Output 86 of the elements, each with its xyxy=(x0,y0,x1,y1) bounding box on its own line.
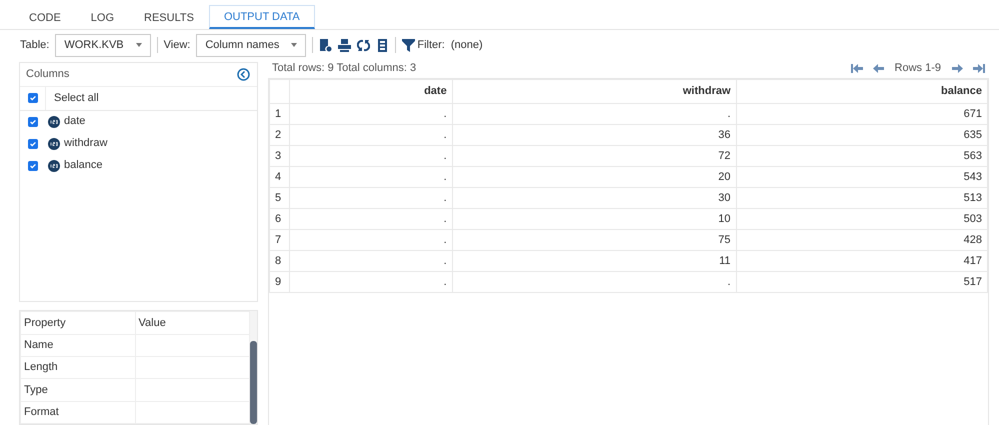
checkbox[interactable] xyxy=(28,93,38,103)
row-number: 6 xyxy=(270,208,290,230)
table-cell: Type xyxy=(20,378,135,402)
numeric-icon xyxy=(48,160,60,172)
tab[interactable]: CODE xyxy=(14,5,76,29)
table-cell: . xyxy=(290,166,452,188)
checkbox[interactable] xyxy=(28,160,38,170)
caret-icon xyxy=(136,43,142,47)
table-cell: . xyxy=(452,104,736,124)
column-name: Select all xyxy=(54,90,99,106)
table-cell: 10 xyxy=(452,208,736,230)
table-cell: . xyxy=(290,188,452,208)
check-icon xyxy=(28,94,36,102)
table-cell: . xyxy=(290,104,452,124)
table-icon[interactable] xyxy=(376,38,390,52)
checkbox[interactable] xyxy=(28,138,38,148)
refresh-icon[interactable] xyxy=(357,38,370,52)
filter-value: (none) xyxy=(450,38,483,53)
check-icon xyxy=(29,162,37,170)
table-cell: 36 xyxy=(452,124,736,146)
table-cell: . xyxy=(290,250,452,272)
document-icon[interactable] xyxy=(319,38,332,52)
table-cell: 517 xyxy=(736,272,988,292)
table-cell: Name xyxy=(20,334,135,357)
checkbox[interactable] xyxy=(28,116,38,126)
table-cell: . xyxy=(290,208,452,230)
column-header: Property xyxy=(20,312,135,334)
column-header: Value xyxy=(135,312,250,334)
row-number: 3 xyxy=(270,146,290,166)
table-dropdown[interactable]: WORK.KVB xyxy=(55,34,151,56)
table-cell: . xyxy=(290,230,452,250)
table-cell: 671 xyxy=(736,104,988,124)
table-cell: 11 xyxy=(452,250,736,272)
row-number: 9 xyxy=(270,272,290,292)
row-number: 5 xyxy=(270,188,290,208)
table-cell: 503 xyxy=(736,208,988,230)
table-cell: Length xyxy=(20,356,135,379)
numeric-icon xyxy=(48,116,60,128)
column-header[interactable]: date xyxy=(290,80,452,104)
panel-title: Columns xyxy=(26,67,70,82)
column-name: withdraw xyxy=(64,136,108,152)
row-number: 8 xyxy=(270,250,290,272)
printer-icon[interactable] xyxy=(338,38,352,52)
table-cell: 563 xyxy=(736,146,988,166)
filter-icon xyxy=(402,38,416,52)
table-cell: 20 xyxy=(452,166,736,188)
table-cell: 30 xyxy=(452,188,736,208)
tab[interactable]: OUTPUT DATA xyxy=(208,5,315,29)
column-header[interactable]: balance xyxy=(736,80,988,104)
table-cell: 513 xyxy=(736,188,988,208)
row-number: 7 xyxy=(270,230,290,250)
table-cell: 543 xyxy=(736,166,988,188)
table-cell: 72 xyxy=(452,146,736,166)
first-page-icon[interactable] xyxy=(850,64,863,72)
table-cell: Format xyxy=(20,401,135,424)
row-number: 1 xyxy=(270,104,290,124)
scrollbar[interactable] xyxy=(250,311,257,424)
tab[interactable]: RESULTS xyxy=(129,5,209,29)
row-number: 4 xyxy=(270,166,290,188)
table-cell: . xyxy=(452,272,736,292)
table-cell: 635 xyxy=(736,124,988,146)
view-dropdown[interactable]: Column names xyxy=(196,34,306,56)
column-name: date xyxy=(64,114,86,130)
table-cell: 75 xyxy=(452,230,736,250)
collapse-icon[interactable] xyxy=(237,68,250,81)
check-icon xyxy=(29,118,37,126)
previous-icon[interactable] xyxy=(872,64,885,72)
view-label: View: xyxy=(164,38,190,53)
tab[interactable]: LOG xyxy=(76,5,130,29)
pager-text: Rows 1-9 xyxy=(894,60,941,76)
table-cell: 428 xyxy=(736,230,988,250)
table-cell: . xyxy=(290,272,452,292)
next-icon[interactable] xyxy=(951,64,963,72)
filter-button[interactable]: Filter: xyxy=(402,36,445,54)
column-name: balance xyxy=(64,158,103,174)
summary-text: Total rows: 9 Total columns: 3 xyxy=(272,60,416,76)
row-number: 2 xyxy=(270,124,290,146)
last-page-icon[interactable] xyxy=(973,64,985,72)
caret-icon xyxy=(291,43,298,47)
table-cell: 417 xyxy=(736,250,988,272)
column-header[interactable]: withdraw xyxy=(452,80,736,104)
table-cell: . xyxy=(290,146,452,166)
check-icon xyxy=(29,140,37,148)
numeric-icon xyxy=(48,138,60,150)
table-label: Table: xyxy=(20,38,50,53)
table-cell: . xyxy=(290,124,452,146)
